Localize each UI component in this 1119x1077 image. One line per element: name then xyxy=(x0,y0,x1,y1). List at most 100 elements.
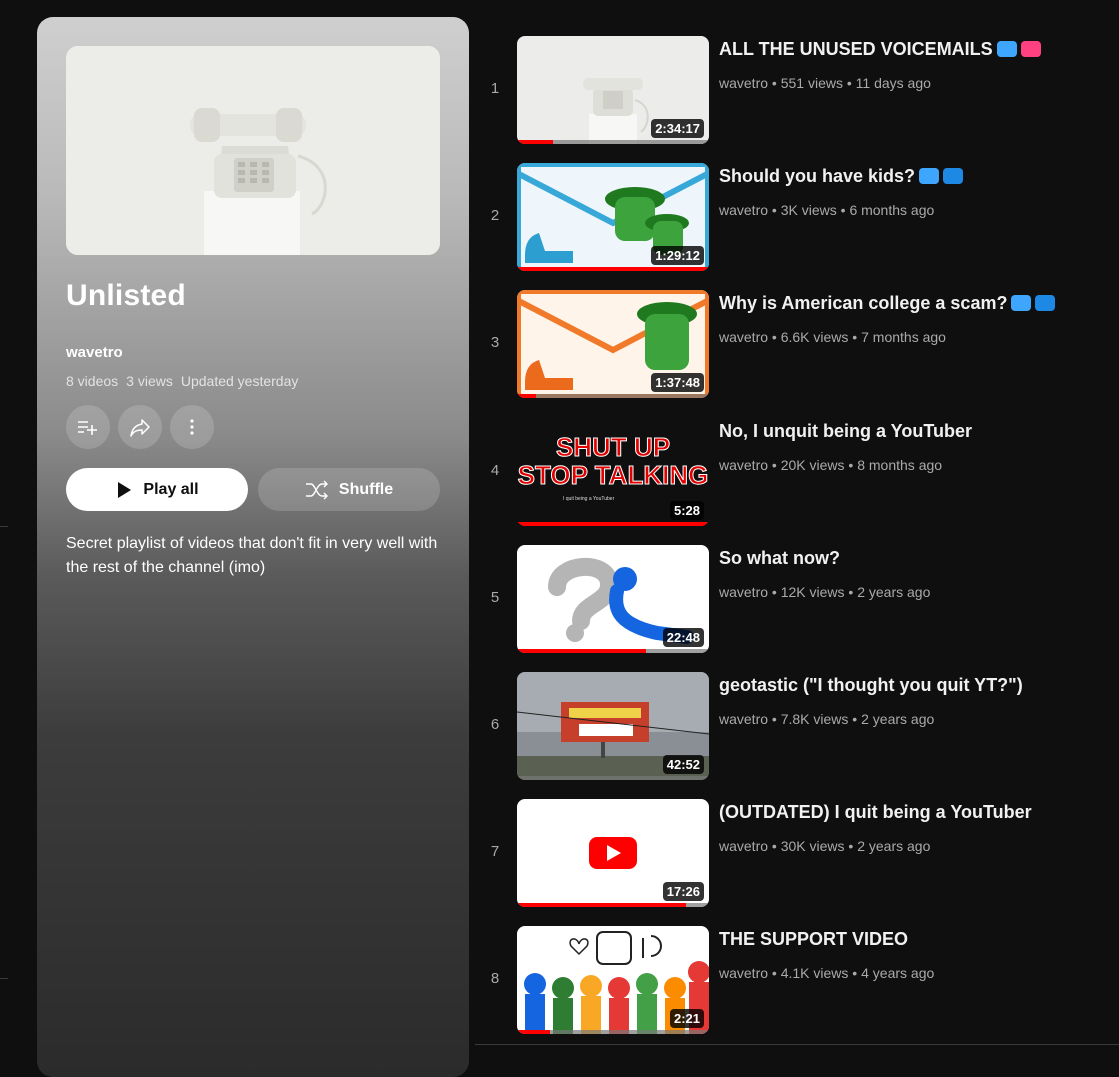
video-channel[interactable]: wavetro xyxy=(719,711,768,727)
play-icon xyxy=(118,481,132,498)
watch-progress-track xyxy=(517,776,709,780)
video-views: 4.1K views xyxy=(780,965,849,981)
video-index: 3 xyxy=(490,334,500,351)
more-vert-icon xyxy=(190,419,194,435)
playlist-video-row[interactable]: 7 17:26 (OUTDATED) I quit being a YouTub… xyxy=(475,799,1115,909)
video-age: 7 months ago xyxy=(861,329,946,345)
video-age: 4 years ago xyxy=(861,965,935,981)
list-bottom-divider xyxy=(475,1044,1119,1045)
playlist-video-row[interactable]: 3 1:37:48 Why is American college a scam… xyxy=(475,290,1115,400)
playlist-video-row[interactable]: 4 SHUT UP STOP TALKING I quit being a Yo… xyxy=(475,418,1115,528)
video-meta: wavetro • 3K views • 6 months ago xyxy=(719,202,935,218)
video-channel[interactable]: wavetro xyxy=(719,457,768,473)
playlist-video-row[interactable]: 6 42:52 geotastic ("I thought you quit Y… xyxy=(475,672,1115,782)
shuffle-icon xyxy=(305,480,328,499)
watch-progress-bar xyxy=(517,903,686,907)
playlist-updated: Updated yesterday xyxy=(180,373,299,389)
video-thumbnail[interactable]: 22:48 xyxy=(517,545,709,653)
video-channel[interactable]: wavetro xyxy=(719,584,768,600)
video-duration: 1:29:12 xyxy=(651,246,704,265)
video-age: 6 months ago xyxy=(849,202,935,218)
playlist-title: Unlisted xyxy=(66,279,186,312)
watch-progress-bar xyxy=(517,140,554,144)
video-title[interactable]: No, I unquit being a YouTuber xyxy=(719,421,972,442)
video-meta: wavetro • 12K views • 2 years ago xyxy=(719,584,931,600)
video-age: 2 years ago xyxy=(857,584,931,600)
playlist-video-row[interactable]: 1 2:34:17 ALL THE UNUSED VOICEMAILS wave… xyxy=(475,36,1115,146)
playlist-cover-image[interactable] xyxy=(66,46,440,255)
watch-progress-track xyxy=(517,394,709,398)
video-views: 7.8K views xyxy=(780,711,849,727)
video-title[interactable]: Why is American college a scam? xyxy=(719,293,1056,314)
video-thumbnail[interactable]: 1:29:12 xyxy=(517,163,709,271)
playlist-description: Secret playlist of videos that don't fit… xyxy=(66,535,438,576)
video-duration: 42:52 xyxy=(662,755,704,774)
video-thumbnail[interactable]: 1:37:48 xyxy=(517,290,709,398)
thumb-caption: I quit being a YouTuber xyxy=(563,496,615,502)
video-views: 551 views xyxy=(780,75,843,91)
thumb-text-line1: SHUT UP xyxy=(556,432,670,462)
video-views: 12K views xyxy=(780,584,845,600)
video-meta: wavetro • 30K views • 2 years ago xyxy=(719,838,931,854)
video-thumbnail[interactable]: 17:26 xyxy=(517,799,709,907)
video-duration: 1:37:48 xyxy=(651,373,704,392)
wave-emoji-icon xyxy=(996,41,1017,57)
video-title[interactable]: (OUTDATED) I quit being a YouTuber xyxy=(719,802,1032,823)
video-channel[interactable]: wavetro xyxy=(719,965,768,981)
video-views: 3K views xyxy=(780,202,837,218)
playlist-header-panel: Unlisted wavetro 8 videos 3 views Updated … xyxy=(37,17,469,1077)
playlist-view-count: 3 views xyxy=(126,373,173,389)
playlist-video-row[interactable]: 2 1:29:12 Should you have kids? wavetro … xyxy=(475,163,1115,273)
shuffle-button[interactable]: Shuffle xyxy=(258,468,440,511)
video-index: 7 xyxy=(490,843,500,860)
video-meta: wavetro • 20K views • 8 months ago xyxy=(719,457,943,473)
shuffle-label: Shuffle xyxy=(338,480,394,498)
video-meta: wavetro • 551 views • 11 days ago xyxy=(719,75,931,91)
more-actions-button[interactable] xyxy=(170,405,214,449)
watch-progress-bar xyxy=(517,522,709,526)
thumb-text-line2: STOP TALKING xyxy=(518,460,709,490)
playlist-video-row[interactable]: 8 2:21 THE SUPPORT VIDEO wavetro • 4.1K … xyxy=(475,926,1115,1036)
playlist-video-row[interactable]: 5 22:48 So what now? wavetro • 12K views… xyxy=(475,545,1115,655)
watch-progress-bar xyxy=(517,649,646,653)
mailbox-emoji-icon xyxy=(1035,295,1056,311)
video-index: 1 xyxy=(490,80,500,97)
wave-emoji-icon xyxy=(1011,295,1032,311)
video-index: 4 xyxy=(490,462,500,479)
video-index: 8 xyxy=(490,970,500,987)
video-thumbnail[interactable]: 42:52 xyxy=(517,672,709,780)
play-all-label: Play all xyxy=(143,480,199,498)
playlist-video-count: 8 videos xyxy=(66,373,119,389)
video-channel[interactable]: wavetro xyxy=(719,329,768,345)
play-all-button[interactable]: Play all xyxy=(66,468,248,511)
watch-progress-bar xyxy=(517,394,537,398)
add-to-queue-button[interactable] xyxy=(66,405,110,449)
video-index: 5 xyxy=(490,589,500,606)
wave-emoji-icon xyxy=(919,168,940,184)
mailbox-emoji-icon xyxy=(943,168,964,184)
video-age: 2 years ago xyxy=(861,711,935,727)
watch-progress-bar xyxy=(517,267,709,271)
share-button[interactable] xyxy=(118,405,162,449)
video-age: 2 years ago xyxy=(857,838,931,854)
playlist-owner-link[interactable]: wavetro xyxy=(66,344,123,361)
video-channel[interactable]: wavetro xyxy=(719,75,768,91)
video-duration: 2:34:17 xyxy=(651,119,704,138)
video-index: 6 xyxy=(490,716,500,733)
video-thumbnail[interactable]: 2:34:17 xyxy=(517,36,709,144)
video-age: 8 months ago xyxy=(857,457,943,473)
page-edge-divider xyxy=(0,978,8,979)
video-title[interactable]: Should you have kids? xyxy=(719,166,964,187)
video-views: 6.6K views xyxy=(780,329,849,345)
video-channel[interactable]: wavetro xyxy=(719,838,768,854)
video-thumbnail[interactable]: SHUT UP STOP TALKING I quit being a YouT… xyxy=(517,418,709,526)
video-views: 30K views xyxy=(780,838,845,854)
video-thumbnail[interactable]: 2:21 xyxy=(517,926,709,1034)
video-title[interactable]: So what now? xyxy=(719,548,840,569)
video-channel[interactable]: wavetro xyxy=(719,202,768,218)
video-title[interactable]: THE SUPPORT VIDEO xyxy=(719,929,908,950)
page-edge-divider xyxy=(0,526,8,527)
video-title[interactable]: ALL THE UNUSED VOICEMAILS xyxy=(719,39,1041,60)
video-title[interactable]: geotastic ("I thought you quit YT?") xyxy=(719,675,1023,696)
watch-progress-bar xyxy=(517,1030,550,1034)
